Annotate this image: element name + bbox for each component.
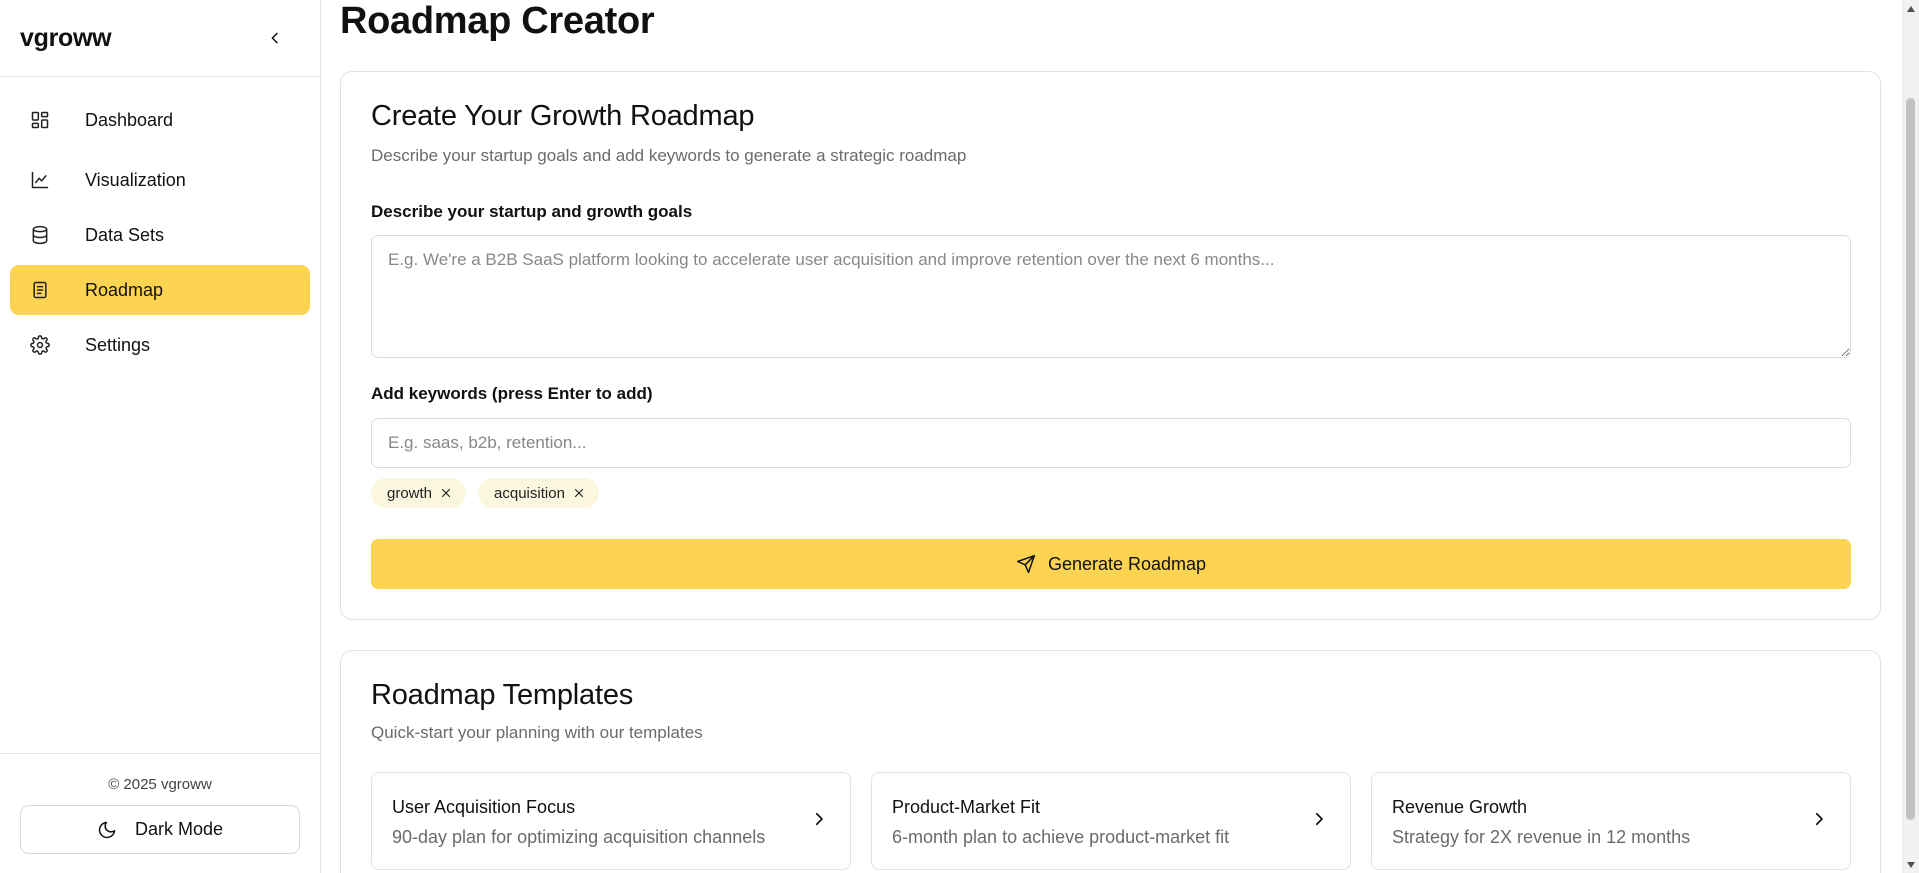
sidebar-item-label: Settings [85, 334, 151, 355]
sidebar-item-visualization[interactable]: Visualization [10, 155, 310, 205]
moon-icon [97, 820, 117, 840]
generate-roadmap-label: Generate Roadmap [1047, 553, 1207, 574]
sidebar-item-settings[interactable]: Settings [10, 320, 310, 370]
template-list: User Acquisition Focus 90-day plan for o… [371, 772, 1851, 870]
keyword-tags: growth acquisition [371, 478, 599, 508]
dark-mode-label: Dark Mode [134, 819, 224, 839]
copyright-text: © 2025 vgroww [108, 776, 212, 793]
sidebar-item-data-sets[interactable]: Data Sets [10, 210, 310, 260]
page-title: Roadmap Creator [340, 0, 655, 42]
goals-label: Describe your startup and growth goals [371, 202, 693, 221]
send-icon [1016, 554, 1036, 574]
scrollbar-thumb[interactable] [1906, 98, 1915, 820]
keywords-input[interactable] [371, 418, 1851, 468]
roadmap-creator-card: Create Your Growth Roadmap Describe your… [340, 71, 1881, 620]
close-icon[interactable] [440, 487, 452, 499]
chevron-left-icon [271, 32, 278, 44]
templates-title: Roadmap Templates [371, 679, 634, 711]
roadmap-templates-card: Roadmap Templates Quick-start your plann… [340, 650, 1881, 873]
templates-subtitle: Quick-start your planning with our templ… [371, 723, 703, 742]
vertical-scrollbar[interactable] [1902, 0, 1919, 873]
chevron-right-icon [810, 810, 828, 828]
creator-title: Create Your Growth Roadmap [371, 100, 755, 132]
sidebar-footer: © 2025 vgroww Dark Mode [0, 753, 320, 873]
keyword-tag: growth [371, 478, 467, 508]
collapse-sidebar-button[interactable] [262, 25, 288, 51]
keyword-tag: acquisition [478, 478, 599, 508]
sidebar-item-label: Roadmap [85, 279, 164, 300]
chevron-right-icon [1310, 810, 1328, 828]
sidebar-header: vgroww [0, 0, 320, 77]
sidebar-item-label: Dashboard [85, 109, 174, 130]
template-card-revenue-growth[interactable]: Revenue Growth Strategy for 2X revenue i… [1371, 772, 1851, 870]
template-desc: 90-day plan for optimizing acquisition c… [392, 827, 766, 847]
close-icon[interactable] [573, 487, 585, 499]
template-title: Revenue Growth [1392, 797, 1528, 817]
dashboard-icon [29, 109, 51, 131]
goals-textarea[interactable] [371, 235, 1851, 358]
document-icon [29, 279, 51, 301]
chart-line-icon [29, 169, 51, 191]
template-title: Product-Market Fit [892, 797, 1041, 817]
sidebar-item-dashboard[interactable]: Dashboard [10, 95, 310, 145]
scroll-down-arrow-icon[interactable] [1902, 856, 1919, 873]
template-desc: Strategy for 2X revenue in 12 months [1392, 827, 1691, 847]
sidebar-item-label: Visualization [85, 169, 186, 190]
chevron-right-icon [1810, 810, 1828, 828]
gear-icon [29, 334, 51, 356]
scroll-up-arrow-icon[interactable] [1902, 0, 1919, 17]
brand-logo[interactable]: vgroww [20, 24, 112, 53]
dark-mode-button[interactable]: Dark Mode [20, 805, 300, 854]
tag-label: acquisition [494, 484, 565, 502]
tag-label: growth [387, 484, 433, 502]
sidebar-item-label: Data Sets [85, 224, 165, 245]
creator-subtitle: Describe your startup goals and add keyw… [371, 146, 967, 165]
template-desc: 6-month plan to achieve product-market f… [892, 827, 1230, 847]
template-card-product-market-fit[interactable]: Product-Market Fit 6-month plan to achie… [871, 772, 1351, 870]
template-card-user-acquisition[interactable]: User Acquisition Focus 90-day plan for o… [371, 772, 851, 870]
sidebar-item-roadmap[interactable]: Roadmap [10, 265, 310, 315]
sidebar-nav: Dashboard Visualization Data Sets Roadma… [10, 95, 310, 375]
database-icon [29, 224, 51, 246]
template-title: User Acquisition Focus [392, 797, 576, 817]
generate-roadmap-button[interactable]: Generate Roadmap [371, 539, 1851, 589]
keywords-label: Add keywords (press Enter to add) [371, 384, 653, 403]
sidebar: vgroww Dashboard Visualization Data Sets [0, 0, 321, 873]
